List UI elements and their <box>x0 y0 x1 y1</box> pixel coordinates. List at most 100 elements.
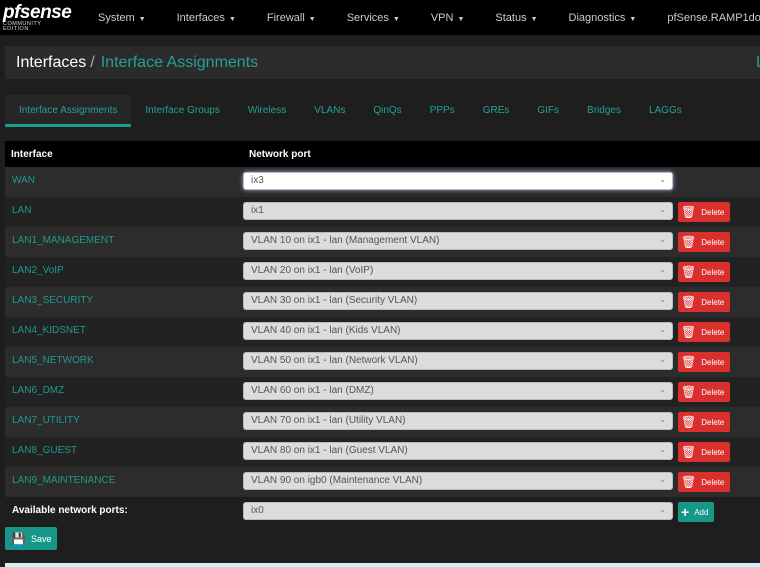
breadcrumb-parent[interactable]: Interfaces <box>16 54 86 72</box>
table-row: LAN5_NETWORK VLAN 50 on ix1 - lan (Netwo… <box>5 347 760 377</box>
network-port-select[interactable]: VLAN 90 on igb0 (Maintenance VLAN) ⌄ <box>243 472 673 490</box>
network-port-select[interactable]: VLAN 70 on ix1 - lan (Utility VLAN) ⌄ <box>243 412 673 430</box>
chevron-down-icon: ⌄ <box>659 355 666 364</box>
nav-menu-0[interactable]: System ▼ <box>98 12 146 24</box>
trash-icon: 🗑 <box>681 415 697 429</box>
delete-button[interactable]: 🗑 Delete <box>678 352 731 372</box>
trash-icon: 🗑 <box>681 355 697 369</box>
delete-button[interactable]: 🗑 Delete <box>678 262 731 282</box>
chevron-down-icon: ⌄ <box>659 175 666 184</box>
network-port-select[interactable]: ix1 ⌄ <box>243 202 673 220</box>
delete-button[interactable]: 🗑 Delete <box>678 442 731 462</box>
nav-menu-5[interactable]: Status ▼ <box>495 12 537 24</box>
top-navbar: pfsense COMMUNITY EDITION System ▼ Interfac… <box>0 0 760 35</box>
network-port-select[interactable]: VLAN 20 on ix1 - lan (VoIP) ⌄ <box>243 262 673 280</box>
interface-link[interactable]: LAN4_KIDSNET <box>5 317 243 347</box>
breadcrumb: Interfaces/ Interface Assignments L <box>5 46 760 79</box>
trash-icon: 🗑 <box>681 475 697 489</box>
tab-gres[interactable]: GREs <box>469 95 524 127</box>
header-network-port: Network port <box>243 141 760 167</box>
chevron-down-icon: ⌄ <box>659 445 666 454</box>
tab-gifs[interactable]: GIFs <box>523 95 573 127</box>
nav-menu-3[interactable]: Services ▼ <box>347 12 400 24</box>
network-port-select[interactable]: ix3 ⌄ <box>243 172 673 190</box>
available-ports-row: Available network ports: ix0 ⌄ + Add <box>5 497 760 527</box>
table-row: LAN3_SECURITY VLAN 30 on ix1 - lan (Secu… <box>5 287 760 317</box>
network-port-select[interactable]: VLAN 30 on ix1 - lan (Security VLAN) ⌄ <box>243 292 673 310</box>
interface-link[interactable]: LAN1_MANAGEMENT <box>5 227 243 257</box>
interface-link[interactable]: LAN5_NETWORK <box>5 347 243 377</box>
trash-icon: 🗑 <box>681 205 697 219</box>
nav-menu-6[interactable]: Diagnostics ▼ <box>569 12 637 24</box>
header-interface: Interface <box>5 141 243 167</box>
tab-interface-groups[interactable]: Interface Groups <box>131 95 233 127</box>
caret-down-icon: ▼ <box>629 15 637 23</box>
chevron-down-icon: ⌄ <box>659 265 666 274</box>
interface-link[interactable]: LAN2_VoIP <box>5 257 243 287</box>
delete-button[interactable]: 🗑 Delete <box>678 292 731 312</box>
tab-bridges[interactable]: Bridges <box>573 95 635 127</box>
trash-icon: 🗑 <box>681 325 697 339</box>
chevron-down-icon: ⌄ <box>659 505 666 514</box>
chevron-down-icon: ⌄ <box>659 475 666 484</box>
trash-icon: 🗑 <box>681 265 697 279</box>
tab-ppps[interactable]: PPPs <box>416 95 469 127</box>
network-port-select[interactable]: VLAN 60 on ix1 - lan (DMZ) ⌄ <box>243 382 673 400</box>
table-row: LAN2_VoIP VLAN 20 on ix1 - lan (VoIP) ⌄ 🗑… <box>5 257 760 287</box>
nav-menu-1[interactable]: Interfaces ▼ <box>177 12 236 24</box>
table-row: LAN4_KIDSNET VLAN 40 on ix1 - lan (Kids … <box>5 317 760 347</box>
interface-link[interactable]: LAN <box>5 197 243 227</box>
chevron-down-icon: ⌄ <box>659 205 666 214</box>
chevron-down-icon: ⌄ <box>659 235 666 244</box>
network-port-select[interactable]: VLAN 80 on ix1 - lan (Guest VLAN) ⌄ <box>243 442 673 460</box>
add-button[interactable]: + Add <box>678 502 715 522</box>
network-port-select[interactable]: VLAN 50 on ix1 - lan (Network VLAN) ⌄ <box>243 352 673 370</box>
delete-button[interactable]: 🗑 Delete <box>678 232 731 252</box>
caret-down-icon: ▼ <box>308 15 316 23</box>
caret-down-icon: ▼ <box>530 15 538 23</box>
tab-vlans[interactable]: VLANs <box>300 95 359 127</box>
pfsense-logo[interactable]: pfsense COMMUNITY EDITION <box>3 3 72 33</box>
network-port-select[interactable]: VLAN 10 on ix1 - lan (Management VLAN) ⌄ <box>243 232 673 250</box>
nav-menu-2[interactable]: Firewall ▼ <box>267 12 316 24</box>
caret-down-icon: ▼ <box>138 15 146 23</box>
tab-wireless[interactable]: Wireless <box>234 95 300 127</box>
interface-link[interactable]: LAN9_MAINTENANCE <box>5 467 243 497</box>
interface-link[interactable]: LAN8_GUEST <box>5 437 243 467</box>
delete-button[interactable]: 🗑 Delete <box>678 472 731 492</box>
save-button[interactable]: 💾 Save <box>5 527 58 550</box>
interface-link[interactable]: WAN <box>5 167 243 197</box>
chevron-down-icon: ⌄ <box>659 385 666 394</box>
breadcrumb-current[interactable]: Interface Assignments <box>101 54 258 72</box>
trash-icon: 🗑 <box>681 385 697 399</box>
available-port-select[interactable]: ix0 ⌄ <box>243 502 673 520</box>
nav-menu-4[interactable]: VPN ▼ <box>431 12 465 24</box>
interface-link[interactable]: LAN7_UTILITY <box>5 407 243 437</box>
interface-link[interactable]: LAN3_SECURITY <box>5 287 243 317</box>
delete-button[interactable]: 🗑 Delete <box>678 412 731 432</box>
tab-qinqs[interactable]: QinQs <box>359 95 415 127</box>
chevron-down-icon: ⌄ <box>659 415 666 424</box>
interface-assignments-table: Interface Network port WAN ix3 ⌄ LAN ix1 ⌄ … <box>5 141 760 527</box>
trash-icon: 🗑 <box>681 445 697 459</box>
available-ports-label: Available network ports: <box>5 497 243 527</box>
interface-link[interactable]: LAN6_DMZ <box>5 377 243 407</box>
delete-button[interactable]: 🗑 Delete <box>678 382 731 402</box>
table-row: LAN6_DMZ VLAN 60 on ix1 - lan (DMZ) ⌄ 🗑 De… <box>5 377 760 407</box>
trash-icon: 🗑 <box>681 235 697 249</box>
nav-menu-7[interactable]: pfSense.RAMP1domain▼ <box>667 12 760 24</box>
breadcrumb-right-link[interactable]: L <box>756 54 760 72</box>
delete-button[interactable]: 🗑 Delete <box>678 202 731 222</box>
delete-button[interactable]: 🗑 Delete <box>678 322 731 342</box>
chevron-down-icon: ⌄ <box>659 325 666 334</box>
network-port-select[interactable]: VLAN 40 on ix1 - lan (Kids VLAN) ⌄ <box>243 322 673 340</box>
caret-down-icon: ▼ <box>392 15 400 23</box>
table-row: WAN ix3 ⌄ <box>5 167 760 197</box>
table-row: LAN1_MANAGEMENT VLAN 10 on ix1 - lan (Ma… <box>5 227 760 257</box>
trash-icon: 🗑 <box>681 295 697 309</box>
tab-interface-assignments[interactable]: Interface Assignments <box>5 95 132 127</box>
table-row: LAN9_MAINTENANCE VLAN 90 on igb0 (Mainte… <box>5 467 760 497</box>
floppy-disk-icon: 💾 <box>11 531 26 546</box>
chevron-down-icon: ⌄ <box>659 295 666 304</box>
tab-laggs[interactable]: LAGGs <box>635 95 696 127</box>
